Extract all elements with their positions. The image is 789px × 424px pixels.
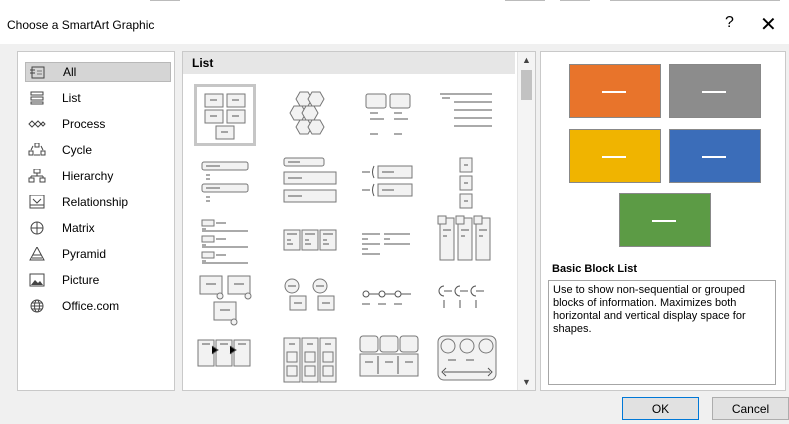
relationship-icon — [28, 195, 46, 209]
category-item-cycle[interactable]: Cycle — [28, 140, 170, 160]
help-button[interactable]: ? — [725, 14, 734, 32]
gallery-header: List — [183, 52, 515, 74]
hierarchy-icon — [28, 169, 46, 183]
divider — [150, 0, 180, 1]
globe-icon — [28, 299, 46, 313]
layout-segmented-arrow-list[interactable] — [194, 332, 256, 390]
scroll-thumb[interactable] — [521, 70, 532, 100]
layout-lined-list[interactable] — [436, 84, 498, 146]
category-list: All List Process Cycle Hierarchy Relatio… — [17, 51, 175, 391]
close-button[interactable]: ✕ — [760, 12, 777, 37]
layout-stacked-boxes[interactable] — [358, 84, 420, 146]
category-item-list[interactable]: List — [28, 88, 170, 108]
preview-block — [569, 64, 661, 118]
category-item-all[interactable]: All — [25, 62, 171, 82]
cycle-icon — [28, 143, 46, 157]
layout-horizontal-bullet-list[interactable] — [280, 214, 342, 276]
category-item-office-com[interactable]: Office.com — [28, 296, 170, 316]
dialog-titlebar: Choose a SmartArt Graphic ? ✕ — [0, 0, 789, 44]
category-label: Pyramid — [62, 247, 107, 261]
layout-name: Basic Block List — [552, 263, 637, 275]
layout-vertical-block-stack[interactable] — [436, 154, 498, 216]
layout-dot-timeline-list[interactable] — [358, 272, 420, 334]
divider — [505, 0, 545, 1]
list-icon — [28, 91, 46, 105]
all-icon — [29, 65, 47, 79]
category-item-pyramid[interactable]: Pyramid — [28, 244, 170, 264]
category-label: Office.com — [62, 299, 120, 313]
layout-basic-block-list[interactable] — [194, 84, 256, 146]
category-item-process[interactable]: Process — [28, 114, 170, 134]
category-item-matrix[interactable]: Matrix — [28, 218, 170, 238]
divider — [560, 0, 590, 1]
layout-circle-picture-list[interactable] — [280, 272, 342, 334]
process-icon — [28, 117, 46, 131]
layout-stacked-list[interactable] — [194, 214, 256, 276]
category-item-relationship[interactable]: Relationship — [28, 192, 170, 212]
layout-bracket-list[interactable] — [358, 154, 420, 216]
category-label: Picture — [62, 273, 100, 287]
matrix-icon — [28, 221, 46, 235]
divider — [610, 0, 780, 1]
preview-block — [569, 129, 661, 183]
layout-preview-panel: Basic Block List Use to show non-sequent… — [540, 51, 786, 391]
category-label: All — [63, 65, 77, 79]
layout-circle-arrow-list[interactable] — [436, 332, 498, 390]
picture-icon — [28, 273, 46, 287]
category-label: List — [62, 91, 81, 105]
layout-vertical-box-list[interactable] — [280, 154, 342, 216]
layout-grouped-column-list[interactable] — [280, 332, 342, 390]
dialog-title: Choose a SmartArt Graphic — [7, 18, 155, 32]
pyramid-icon — [28, 247, 46, 261]
layout-tab-list[interactable] — [358, 214, 420, 276]
category-item-hierarchy[interactable]: Hierarchy — [28, 166, 170, 186]
layout-vertical-bullet-list[interactable] — [194, 154, 256, 216]
category-item-picture[interactable]: Picture — [28, 270, 170, 290]
scroll-up-arrow-icon[interactable]: ▲ — [522, 55, 531, 65]
layout-table-list[interactable] — [436, 214, 498, 276]
layout-half-circle-list[interactable] — [436, 272, 498, 334]
category-label: Cycle — [62, 143, 93, 157]
scroll-down-arrow-icon[interactable]: ▼ — [522, 377, 531, 387]
preview-block — [669, 129, 761, 183]
preview-block — [619, 193, 711, 247]
gallery-scrollbar[interactable]: ▲ ▼ — [517, 52, 535, 390]
category-label: Hierarchy — [62, 169, 114, 183]
layout-picture-caption-list[interactable] — [194, 272, 256, 334]
cancel-button[interactable]: Cancel — [712, 397, 789, 420]
layout-description: Use to show non-sequential or grouped bl… — [548, 280, 776, 385]
category-label: Process — [62, 117, 106, 131]
category-label: Matrix — [62, 221, 95, 235]
category-label: Relationship — [62, 195, 129, 209]
layout-gallery: List ▲ ▼ — [182, 51, 536, 391]
layout-rounded-block-list[interactable] — [358, 332, 420, 390]
ok-button[interactable]: OK — [622, 397, 699, 420]
layout-hexagon-cluster[interactable] — [280, 84, 342, 146]
preview-block — [669, 64, 761, 118]
